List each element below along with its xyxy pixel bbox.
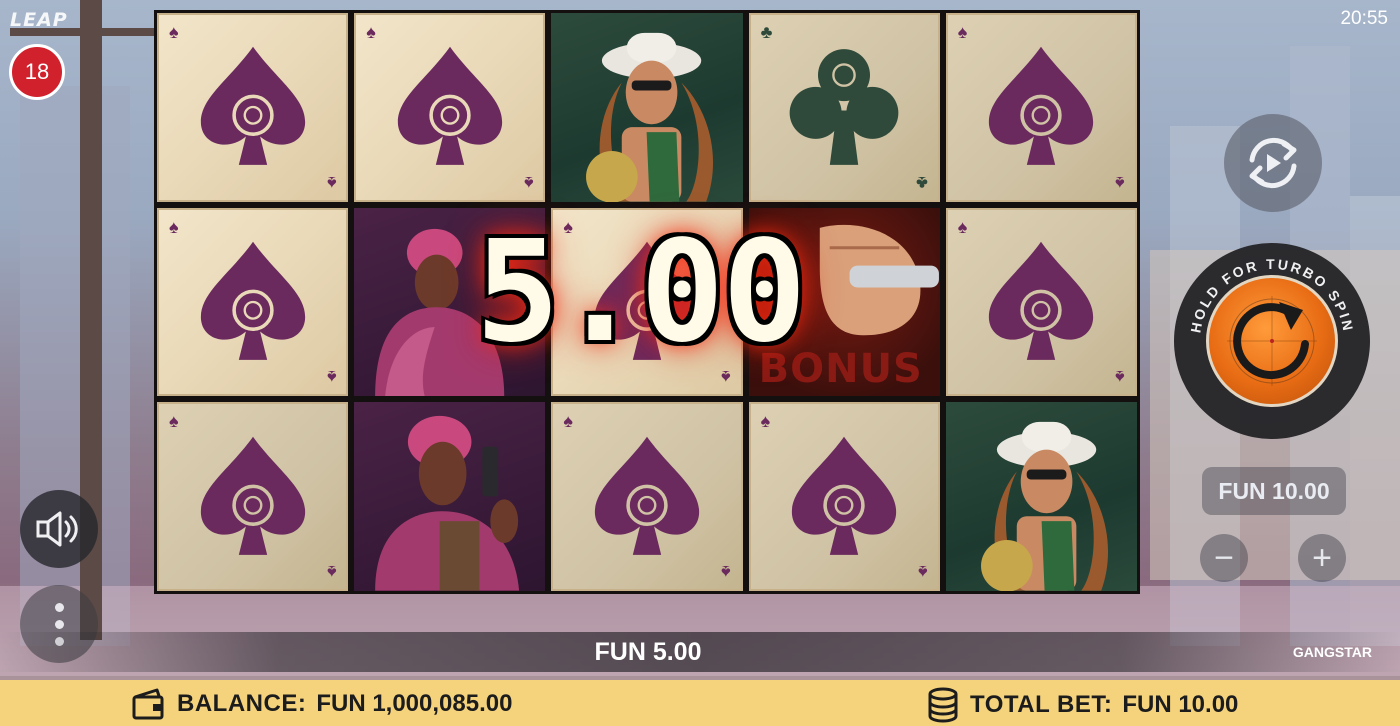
sound-icon — [36, 511, 78, 547]
reel-symbol-spade: ♠ ♠ — [157, 402, 349, 591]
balance-value: FUN 1,000,085.00 — [316, 690, 513, 717]
spade-icon — [200, 241, 305, 360]
last-win-amount: FUN 5.00 — [594, 638, 702, 666]
reel-symbol-woman-coconut — [945, 402, 1137, 591]
clock: 20:55 — [1340, 8, 1388, 29]
spade-icon — [200, 436, 305, 555]
bet-display[interactable]: FUN 10.00 — [1202, 467, 1346, 515]
sound-button[interactable] — [20, 490, 98, 568]
age-restriction-badge: 18 — [9, 44, 65, 100]
total-bet-value: FUN 10.00 — [1122, 691, 1239, 718]
spade-icon — [200, 47, 305, 166]
spade-icon — [594, 436, 700, 555]
balance-display: BALANCE: FUN 1,000,085.00 — [131, 687, 512, 721]
reel-symbol-woman-coconut — [551, 13, 743, 202]
total-bet-label: TOTAL BET: — [970, 691, 1113, 718]
reel-symbol-spade: ♠ ♠ — [945, 207, 1137, 397]
spin-icon — [1227, 296, 1317, 386]
reel-symbol-spade: ♠ ♠ — [945, 13, 1137, 202]
spade-icon — [792, 436, 897, 555]
bet-increase-button[interactable]: + — [1298, 534, 1346, 582]
spade-icon — [989, 241, 1094, 360]
game-title: GANGSTAR — [1292, 644, 1372, 660]
woman-pink-gun-icon — [375, 416, 520, 591]
spade-icon — [989, 47, 1094, 166]
bet-decrease-button[interactable]: − — [1200, 534, 1248, 582]
total-bet-display: TOTAL BET: FUN 10.00 — [926, 687, 1238, 723]
reel-symbol-spade: ♠ ♠ — [157, 207, 349, 397]
spin-button[interactable] — [1206, 275, 1338, 407]
spade-icon — [397, 47, 502, 166]
autoplay-button[interactable] — [1224, 114, 1322, 212]
wallet-icon — [132, 688, 164, 720]
reel-symbol-spade: ♠ ♠ — [551, 402, 743, 591]
win-overlay: 5.00 — [435, 210, 845, 374]
coins-icon — [928, 687, 958, 723]
reel-symbol-spade: ♠ ♠ — [354, 13, 546, 202]
autoplay-icon — [1249, 138, 1297, 188]
reel-symbol-spade: ♠ ♠ — [157, 13, 349, 202]
balance-label: BALANCE: — [177, 690, 307, 717]
woman-coconut-icon — [586, 32, 714, 202]
footer-bar: BALANCE: FUN 1,000,085.00 TOTAL BET: FUN… — [0, 680, 1400, 726]
woman-coconut-icon — [980, 422, 1108, 591]
club-icon — [789, 49, 899, 166]
reel-symbol-club: ♣ ♣ — [748, 13, 940, 202]
reel-symbol-woman-pink-gun — [354, 402, 546, 591]
reel-symbol-spade: ♠ ♠ — [748, 402, 940, 591]
provider-logo: LEAP — [10, 9, 68, 31]
win-amount-overlay: 5.00 — [475, 210, 806, 374]
